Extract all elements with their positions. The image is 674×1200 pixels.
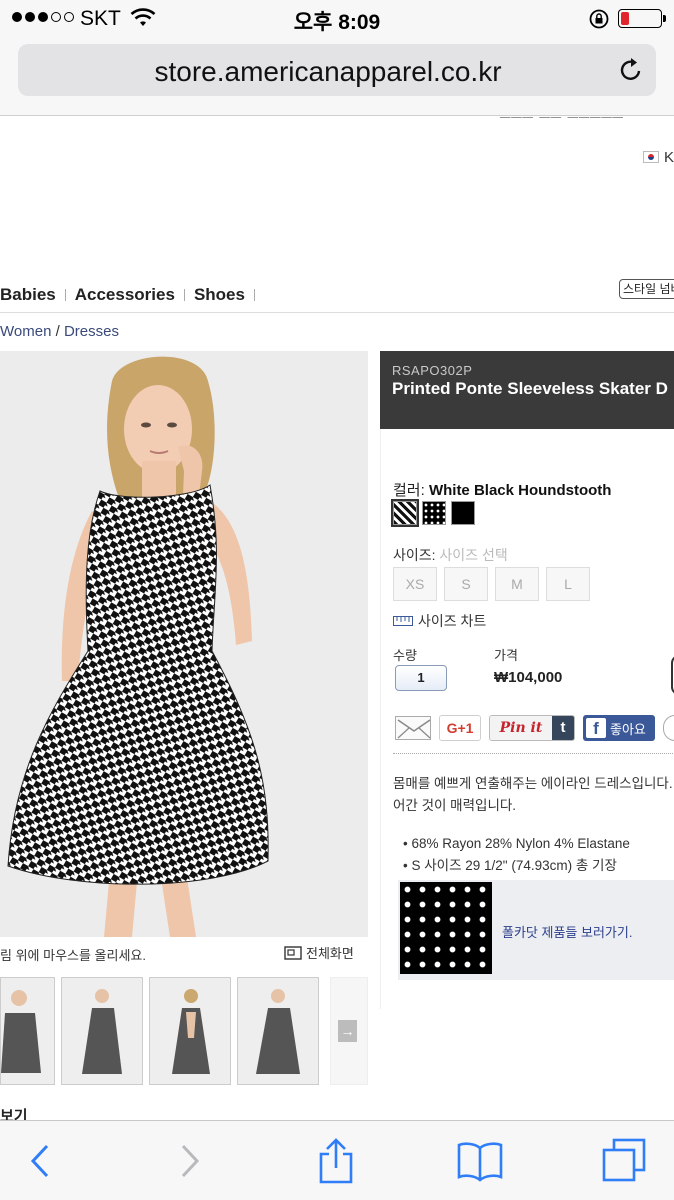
reload-icon[interactable] [618, 56, 644, 84]
top-banner-text-cut: ━━━ ━━ ━━━━━ [500, 117, 624, 127]
tabs-icon [602, 1138, 646, 1182]
facebook-like-button[interactable]: f 좋아요 [583, 715, 655, 741]
breadcrumb: Women / Dresses [0, 323, 119, 340]
product-price: ₩104,000 [494, 669, 563, 686]
tabs-button[interactable] [594, 1135, 654, 1187]
size-option-l[interactable]: L [546, 567, 590, 601]
recently-viewed-heading: 보기 [0, 1108, 28, 1120]
google-plus-button[interactable]: G+1 [439, 715, 481, 741]
share-icon [319, 1138, 353, 1184]
breadcrumb-women[interactable]: Women [0, 323, 51, 340]
quantity-input[interactable]: 1 [395, 665, 447, 691]
ruler-icon [393, 616, 413, 626]
quantity-label: 수량 [393, 648, 417, 663]
nav-item-babies[interactable]: Babies [0, 285, 56, 305]
web-page: ━━━ ━━ ━━━━━ K Babies Accessories Shoes … [0, 117, 674, 1120]
bookmarks-icon [457, 1142, 503, 1182]
share-buttons: G+1 Pin it t f 좋아요 [395, 715, 674, 741]
status-time: 오후 8:09 [293, 11, 381, 34]
bookmarks-button[interactable] [450, 1135, 510, 1187]
back-icon [30, 1144, 49, 1178]
nav-divider-line [0, 312, 674, 313]
product-details-list: • 68% Rayon 28% Nylon 4% Elastane • S 사이… [403, 833, 630, 877]
more-share-button[interactable] [663, 715, 674, 741]
color-value: White Black Houndstooth [428, 482, 612, 499]
product-header: RSAPO302P Printed Ponte Sleeveless Skate… [380, 351, 674, 429]
browser-address-bar: store.americanapparel.co.kr [0, 38, 674, 116]
nav-divider [64, 289, 66, 301]
thumbnail-strip [0, 977, 319, 1085]
facebook-like-label: 좋아요 [610, 721, 646, 737]
promo-banner-text: 폴카닷 제품들 보러가기. [502, 925, 633, 940]
divider [393, 753, 674, 754]
pinterest-button[interactable]: Pin it [490, 716, 552, 740]
product-sku: RSAPO302P [392, 363, 473, 378]
size-placeholder: 사이즈 선택 [439, 547, 508, 563]
pinterest-tumblr-buttons: Pin it t [489, 715, 575, 741]
price-label: 가격 [494, 648, 518, 663]
size-chart-link[interactable]: 사이즈 차트 [393, 611, 486, 631]
size-options: XS S M L [393, 567, 590, 601]
description-line: 몸매를 예쁘게 연출해주는 에이라인 드레스입니다. [393, 776, 673, 791]
thumbnail[interactable] [61, 977, 143, 1085]
product-main-image[interactable] [0, 351, 368, 937]
arrow-right-icon: → [338, 1020, 357, 1042]
size-chart-label: 사이즈 차트 [418, 613, 487, 629]
korea-flag-icon[interactable] [643, 151, 659, 163]
back-button[interactable] [10, 1135, 70, 1187]
url-field[interactable]: store.americanapparel.co.kr [18, 44, 656, 96]
tumblr-button[interactable]: t [552, 716, 574, 740]
nav-divider [183, 289, 185, 301]
breadcrumb-separator: / [55, 323, 60, 340]
product-name: Printed Ponte Sleeveless Skater D [392, 379, 668, 398]
model-illustration [0, 351, 368, 937]
battery-icon [618, 9, 666, 28]
battery-level [621, 12, 629, 25]
detail-item: • 68% Rayon 28% Nylon 4% Elastane [403, 836, 630, 851]
facebook-icon: f [586, 718, 606, 738]
product-description: 몸매를 예쁘게 연출해주는 에이라인 드레스입니다. 어간 것이 매력입니다. [393, 773, 674, 817]
description-line: 어간 것이 매력입니다. [393, 798, 517, 813]
color-swatches [391, 499, 475, 527]
fullscreen-button[interactable]: 전체화면 [284, 943, 354, 962]
envelope-icon [397, 719, 431, 739]
size-option-s[interactable]: S [444, 567, 488, 601]
nav-item-shoes[interactable]: Shoes [194, 285, 245, 305]
breadcrumb-dresses[interactable]: Dresses [64, 323, 119, 340]
language-label[interactable]: K [664, 149, 674, 166]
color-line: 컬러: White Black Houndstooth [393, 479, 611, 500]
polka-dot-promo-banner[interactable]: 폴카닷 제품들 보러가기. [398, 880, 674, 980]
size-option-m[interactable]: M [495, 567, 539, 601]
share-button[interactable] [306, 1135, 366, 1187]
thumbnail[interactable] [149, 977, 231, 1085]
size-label: 사이즈: [393, 547, 436, 563]
thumbnail[interactable] [0, 977, 55, 1085]
size-line: 사이즈: 사이즈 선택 [393, 545, 508, 565]
style-number-button[interactable]: 스타일 넘버 [619, 279, 674, 299]
forward-icon [181, 1144, 200, 1178]
swatch-polka-dot[interactable] [422, 501, 446, 525]
orientation-lock-icon [589, 9, 609, 29]
polka-dot-image [400, 882, 492, 974]
swatch-houndstooth[interactable] [391, 499, 419, 527]
browser-toolbar [0, 1120, 674, 1200]
size-option-xs[interactable]: XS [393, 567, 437, 601]
fullscreen-icon [284, 945, 302, 960]
url-text[interactable]: store.americanapparel.co.kr [18, 56, 638, 88]
forward-button[interactable] [160, 1135, 220, 1187]
detail-item: • S 사이즈 29 1/2" (74.93cm) 총 기장 [403, 858, 617, 873]
thumbnail-next-button[interactable]: → [330, 977, 368, 1085]
zoom-hint-text: 림 위에 마우스를 올리세요. [0, 948, 147, 963]
thumbnail[interactable] [237, 977, 319, 1085]
color-label: 컬러: [393, 482, 425, 499]
email-share-button[interactable] [395, 716, 431, 740]
nav-divider [253, 289, 255, 301]
fullscreen-label: 전체화면 [306, 946, 354, 961]
nav-item-accessories[interactable]: Accessories [75, 285, 175, 305]
status-bar: SKT 오후 8:09 [0, 0, 674, 38]
category-nav: Babies Accessories Shoes [0, 281, 264, 309]
swatch-black[interactable] [451, 501, 475, 525]
